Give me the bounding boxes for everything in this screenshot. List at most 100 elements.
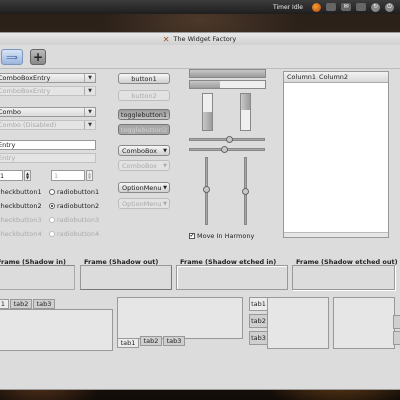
combobox-button-disabled: ComboBox ▼ [118, 160, 170, 171]
window-titlebar[interactable]: ✕ The Widget Factory [0, 33, 400, 45]
notebook1-tab2[interactable]: tab2 [10, 299, 32, 309]
refresh-icon[interactable]: ↻ [371, 2, 380, 12]
combobox-entry-disabled: ComboBoxEntry ▼ [0, 86, 96, 96]
checkbutton-3: checkbutton3 [0, 216, 42, 224]
move-in-harmony-checkbox[interactable]: ✔ Move In Harmony [189, 232, 254, 240]
combo-select[interactable]: Combo ▼ [0, 107, 96, 117]
button2: button2 [118, 90, 170, 101]
combobox-entry-disabled-text: ComboBoxEntry [0, 87, 51, 95]
notebook3-tab1[interactable]: tab1 [249, 297, 268, 311]
notebook2-tab3-label: tab3 [166, 337, 182, 345]
button2-label: button2 [131, 91, 157, 100]
notebook1-tab3[interactable]: tab3 [33, 299, 55, 309]
radio-selected-icon [49, 203, 55, 209]
notebook2-tab2[interactable]: tab2 [140, 336, 162, 346]
tree-view[interactable]: Column1 Column2 [283, 71, 389, 238]
vertical-progress-1 [202, 93, 213, 131]
notebook4-page [333, 297, 395, 349]
add-button[interactable]: + [30, 49, 46, 65]
checkbutton-1[interactable]: checkbutton1 [0, 188, 42, 196]
notebook1-tab1[interactable]: 1 [0, 299, 9, 309]
window-title: The Widget Factory [173, 35, 237, 43]
radio-icon [49, 231, 55, 237]
timer-status[interactable]: Timer Idle [273, 4, 303, 11]
scale-knob-2[interactable] [221, 146, 228, 153]
combobox-button[interactable]: ComboBox ▼ [118, 145, 170, 156]
radiobutton-4-label: radiobutton4 [57, 230, 100, 238]
chevron-down-icon[interactable]: ▼ [84, 108, 95, 116]
checkbutton-3-label: checkbutton3 [0, 216, 42, 224]
move-in-harmony-label: Move In Harmony [197, 232, 255, 240]
combo-select-text: Combo [0, 108, 21, 116]
chevron-down-icon: ▼ [163, 162, 167, 169]
firefox-icon[interactable] [312, 2, 321, 12]
notebook2-tab3[interactable]: tab3 [163, 336, 185, 346]
notebook3-tab2[interactable]: tab2 [249, 314, 268, 328]
notebook3-tab2-label: tab2 [251, 317, 266, 325]
display-icon[interactable] [326, 3, 336, 11]
checkbutton-2[interactable]: checkbutton2 [0, 202, 42, 210]
entry-field-disabled: Entry [0, 153, 96, 163]
optionmenu-label: OptionMenu [122, 183, 162, 192]
nav-arrow-button[interactable]: ⟹ [1, 49, 23, 65]
frame-shadow-etched-in [176, 265, 288, 290]
horizontal-progress-1 [189, 69, 266, 78]
notebook3-tab3[interactable]: tab3 [249, 331, 268, 345]
vertical-progress-2 [240, 93, 251, 131]
vscale-knob-1[interactable] [203, 186, 210, 193]
scale-knob-1[interactable] [226, 136, 233, 143]
column2-header[interactable]: Column2 [316, 73, 348, 81]
notebook4-tab2[interactable] [393, 315, 400, 329]
combobox-entry-text: ComboBoxEntry [0, 74, 51, 82]
frame-shadow-in [0, 265, 75, 290]
radiobutton-3-label: radiobutton3 [57, 216, 100, 224]
notebook3-tab3-label: tab3 [251, 334, 266, 342]
notebook4-tab3[interactable] [393, 331, 400, 345]
horizontal-scrollbar[interactable] [284, 232, 388, 237]
entry-disabled-text: Entry [0, 154, 16, 162]
notebook2-page [117, 297, 243, 339]
window-icon[interactable] [356, 3, 366, 11]
spin-button-1[interactable]: 1 [0, 170, 23, 181]
column1-header[interactable]: Column1 [284, 73, 316, 81]
spin-arrows-2: ▲ ▼ [86, 170, 93, 181]
vscale-knob-2[interactable] [242, 188, 249, 195]
mail-icon[interactable]: ✉ [341, 3, 351, 11]
chevron-down-icon: ▼ [163, 200, 167, 207]
notebook2-tab1[interactable]: tab1 [117, 338, 139, 348]
radiobutton-2[interactable]: radiobutton2 [49, 202, 99, 210]
radiobutton-4: radiobutton4 [49, 230, 99, 238]
button1-label: button1 [131, 74, 157, 83]
chevron-down-icon[interactable]: ▼ [84, 74, 95, 82]
entry-text: Entry [0, 141, 16, 149]
togglebutton2: togglebutton2 [118, 124, 170, 135]
tree-view-header: Column1 Column2 [284, 72, 388, 83]
radiobutton-3: radiobutton3 [49, 216, 99, 224]
togglebutton1[interactable]: togglebutton1 [118, 109, 170, 120]
checkbutton-2-label: checkbutton2 [0, 202, 42, 210]
button1[interactable]: button1 [118, 73, 170, 84]
notebook3-tab1-label: tab1 [251, 300, 266, 308]
power-icon[interactable]: ⏻ [385, 2, 394, 12]
notebook1-tab3-label: tab3 [36, 300, 52, 308]
checkbutton-4-label: checkbutton4 [0, 230, 42, 238]
combobox-entry[interactable]: ComboBoxEntry ▼ [0, 73, 96, 83]
frame-shadow-etched-out [292, 265, 395, 290]
radiobutton-1[interactable]: radiobutton1 [49, 188, 99, 196]
radio-icon [49, 189, 55, 195]
checkbutton-4: checkbutton4 [0, 230, 42, 238]
frame-shadow-out [80, 265, 172, 290]
chevron-down-icon: ▼ [84, 121, 95, 129]
radiobutton-2-label: radiobutton2 [57, 202, 100, 210]
spin-arrows-1[interactable]: ▲ ▼ [24, 170, 31, 181]
notebook1-page [0, 309, 113, 351]
notebook2-tab2-label: tab2 [143, 337, 159, 345]
radio-icon [49, 217, 55, 223]
arrow-right-icon: ⟹ [6, 52, 18, 62]
combobox-disabled-label: ComboBox [122, 161, 158, 170]
spin-value-2: 1 [54, 171, 59, 180]
entry-field[interactable]: Entry [0, 140, 96, 150]
chevron-down-icon: ▼ [163, 147, 167, 154]
option-menu[interactable]: OptionMenu ▼ [118, 182, 170, 193]
notebook2-tab1-label: tab1 [120, 339, 136, 347]
